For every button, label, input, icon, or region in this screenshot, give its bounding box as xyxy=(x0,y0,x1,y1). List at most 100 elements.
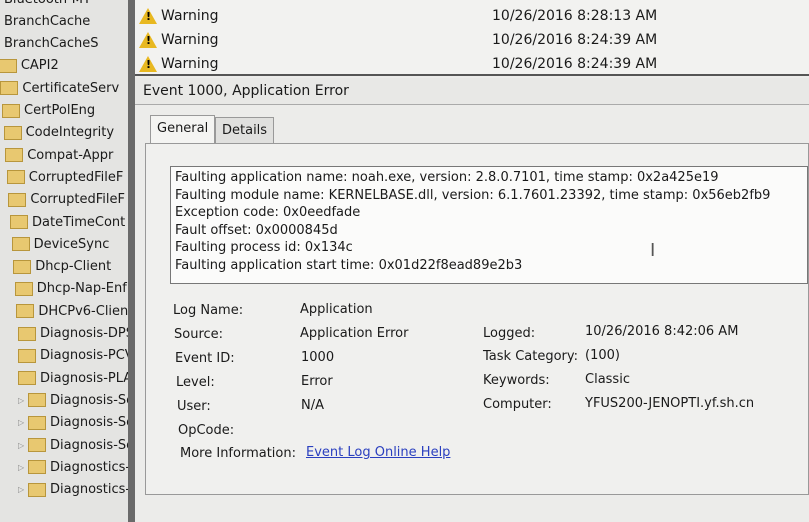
tree-item-label: DateTimeCont xyxy=(32,214,126,230)
tree-item[interactable]: CAPI2 xyxy=(0,55,59,77)
tree-item[interactable]: ▷ Diagnosis-Scri xyxy=(18,412,128,434)
event-pane: Warning 10/26/2016 8:28:13 AM Warning 10/26… xyxy=(135,0,809,522)
event-row[interactable]: Warning 10/26/2016 8:24:39 AM xyxy=(139,52,809,74)
tree-item-label: Diagnostics-Pe xyxy=(50,482,128,498)
splitter[interactable] xyxy=(128,0,135,522)
folder-icon xyxy=(6,170,25,185)
source-label: Source: xyxy=(174,327,224,342)
description-line: Faulting process id: 0x134c xyxy=(175,240,353,255)
expand-icon[interactable]: ▷ xyxy=(18,441,26,450)
log-tree[interactable]: Bluetooth-MT BranchCache BranchCacheS CAPI2… xyxy=(0,0,128,522)
folder-icon xyxy=(3,125,22,140)
tree-item-label: CodeIntegrity xyxy=(25,125,115,141)
tree-item-label: CAPI2 xyxy=(20,58,59,74)
tree-item[interactable]: CertPolEng xyxy=(2,100,95,122)
tree-item-label: Diagnosis-PLA xyxy=(40,370,128,386)
tree-item-label: CorruptedFileF xyxy=(28,169,124,185)
tree-item-label: Diagnosis-PCV xyxy=(40,348,128,364)
tree-item[interactable]: BranchCache xyxy=(4,10,90,32)
event-date: 10/26/2016 8:28:13 AM xyxy=(492,8,658,24)
tree-item[interactable]: CertificateServ xyxy=(0,77,119,99)
tree-item[interactable]: Diagnosis-PCV xyxy=(18,345,128,367)
tree-item-label: CorruptedFileF xyxy=(30,192,125,208)
tree-item[interactable]: DeviceSync xyxy=(11,233,110,255)
expand-icon[interactable]: ▷ xyxy=(18,463,26,472)
expand-icon[interactable]: ▷ xyxy=(18,485,26,494)
tree-item[interactable]: Dhcp-Client xyxy=(13,256,111,278)
event-level: Warning xyxy=(161,32,219,48)
tree-item[interactable]: ▷ Diagnostics-N xyxy=(18,456,128,478)
tree-item[interactable]: ▷ Diagnostics-Pe xyxy=(18,479,128,501)
computer-value: YFUS200-JENOPTI.yf.sh.cn xyxy=(585,396,755,411)
tree-item-label: Diagnosis-DPS xyxy=(40,326,128,341)
tree-item[interactable]: Bluetooth-MT xyxy=(4,0,91,10)
folder-icon xyxy=(2,103,20,118)
event-row[interactable]: Warning 10/26/2016 8:24:39 AM xyxy=(139,28,809,52)
folder-icon xyxy=(11,237,30,252)
event-header: Event 1000, Application Error xyxy=(135,78,809,105)
event-level: Warning xyxy=(161,56,219,72)
event-level: Warning xyxy=(161,8,219,24)
folder-icon xyxy=(0,81,19,96)
tree-item-label: Bluetooth-MT xyxy=(4,0,91,7)
more-info-label: More Information: xyxy=(180,446,296,461)
logged-value: 10/26/2016 8:42:06 AM xyxy=(585,324,739,339)
tree-item-label: Dhcp-Nap-Enf xyxy=(36,281,127,297)
tree-item[interactable]: BranchCacheS xyxy=(4,33,99,55)
folder-icon xyxy=(28,415,46,430)
folder-icon xyxy=(13,259,32,274)
event-date: 10/26/2016 8:24:39 AM xyxy=(492,56,658,72)
expand-icon[interactable]: ▷ xyxy=(18,418,26,427)
expand-icon[interactable]: ▷ xyxy=(18,396,26,405)
level-label: Level: xyxy=(176,375,215,390)
task-category-value: (100) xyxy=(585,348,620,363)
event-id-value: 1000 xyxy=(301,350,335,365)
text-cursor-icon: I xyxy=(650,240,656,261)
folder-icon xyxy=(28,438,46,452)
description-line: Exception code: 0x0eedfade xyxy=(175,205,361,220)
tab-general[interactable]: General xyxy=(150,115,216,144)
user-label: User: xyxy=(177,399,211,414)
event-description[interactable]: Faulting application name: noah.exe, ver… xyxy=(170,166,808,284)
tree-item[interactable]: ▷ Diagnosis-Sch xyxy=(18,389,128,411)
warning-icon xyxy=(139,8,157,24)
folder-icon xyxy=(18,326,36,341)
event-row[interactable]: Warning 10/26/2016 8:28:13 AM xyxy=(139,4,809,28)
tree-item[interactable]: ▷ Diagnosis-Scri xyxy=(18,434,128,456)
tree-item[interactable]: Compat-Appr xyxy=(5,144,113,166)
keywords-value: Classic xyxy=(585,372,630,387)
tree-item-label: Diagnosis-Scri xyxy=(50,415,128,431)
tree-item[interactable]: CodeIntegrity xyxy=(3,122,115,144)
folder-icon xyxy=(28,393,46,408)
folder-icon xyxy=(18,348,36,363)
event-id-label: Event ID: xyxy=(175,351,235,366)
tree-item[interactable]: Diagnosis-DPS xyxy=(18,323,128,345)
warning-icon xyxy=(139,32,157,48)
log-name-value: Application xyxy=(300,302,373,317)
tree-item-label: BranchCacheS xyxy=(4,36,99,52)
tree-item-label: CertPolEng xyxy=(24,103,96,118)
folder-icon xyxy=(18,371,36,386)
opcode-label: OpCode: xyxy=(178,423,235,438)
folder-icon xyxy=(10,215,28,229)
warning-icon xyxy=(139,56,157,72)
folder-icon xyxy=(14,281,33,296)
source-value: Application Error xyxy=(300,326,409,341)
tree-item-label: Compat-Appr xyxy=(27,147,114,163)
tree-item-label: DeviceSync xyxy=(33,236,110,252)
tree-item[interactable]: CorruptedFileF xyxy=(6,166,124,188)
computer-label: Computer: xyxy=(483,397,552,412)
tree-item[interactable]: Diagnosis-PLA xyxy=(18,367,128,389)
tree-item[interactable]: DateTimeCont xyxy=(10,211,125,233)
logged-label: Logged: xyxy=(483,326,536,341)
event-list[interactable]: Warning 10/26/2016 8:28:13 AM Warning 10/26… xyxy=(135,0,809,76)
level-value: Error xyxy=(301,374,333,389)
tree-item-label: Dhcp-Client xyxy=(35,259,112,275)
tree-item[interactable]: CorruptedFileF xyxy=(8,189,125,211)
tree-item-label: BranchCache xyxy=(4,13,91,29)
tree-item[interactable]: DHCPv6-Clien xyxy=(16,300,128,322)
tab-details[interactable]: Details xyxy=(215,117,275,144)
tree-item[interactable]: Dhcp-Nap-Enf xyxy=(14,278,127,300)
event-log-help-link[interactable]: Event Log Online Help xyxy=(306,445,450,460)
event-date: 10/26/2016 8:24:39 AM xyxy=(492,32,658,48)
